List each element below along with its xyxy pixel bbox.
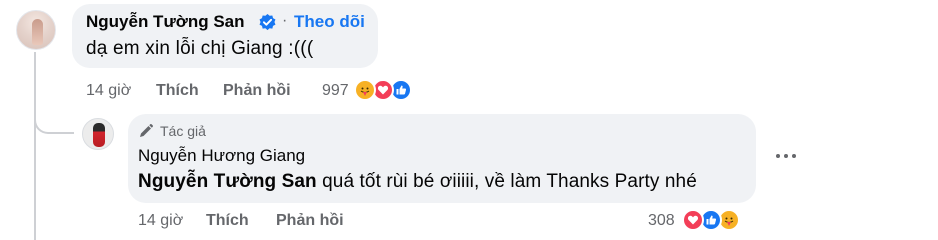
like-button[interactable]: Thích [156, 82, 199, 100]
comment-author[interactable]: Nguyễn Tường San [86, 12, 245, 32]
reply-author[interactable]: Nguyễn Hương Giang [138, 146, 305, 166]
reaction-count[interactable]: 308 [648, 212, 675, 230]
love-icon[interactable] [682, 209, 704, 231]
reply-connector [34, 118, 74, 134]
thread-line [34, 52, 36, 240]
reply-button[interactable]: Phản hồi [223, 82, 291, 100]
reply-button[interactable]: Phản hồi [276, 212, 344, 230]
more-options-icon[interactable] [774, 148, 798, 164]
avatar[interactable] [16, 10, 56, 50]
avatar-image [32, 19, 43, 45]
reaction-count[interactable]: 997 [322, 82, 349, 100]
reply-timestamp[interactable]: 14 giờ [138, 212, 183, 230]
separator: · [282, 12, 288, 29]
follow-button[interactable]: Theo dõi [294, 12, 365, 32]
reply-text-body: quá tốt rùi bé ơiiiii, về làm Thanks Par… [316, 171, 697, 192]
author-badge: Tác giả [160, 123, 206, 139]
care-icon[interactable] [354, 79, 376, 101]
reply-text: Nguyễn Tường San quá tốt rùi bé ơiiiii, … [138, 171, 697, 193]
avatar[interactable] [82, 118, 114, 150]
mention-link[interactable]: Nguyễn Tường San [138, 171, 317, 192]
verified-badge-icon [258, 13, 277, 32]
pencil-icon [138, 123, 154, 139]
comment-timestamp[interactable]: 14 giờ [86, 82, 131, 100]
like-button[interactable]: Thích [206, 212, 249, 230]
avatar-image [93, 123, 105, 147]
comment-text: dạ em xin lỗi chị Giang :((( [86, 38, 314, 59]
